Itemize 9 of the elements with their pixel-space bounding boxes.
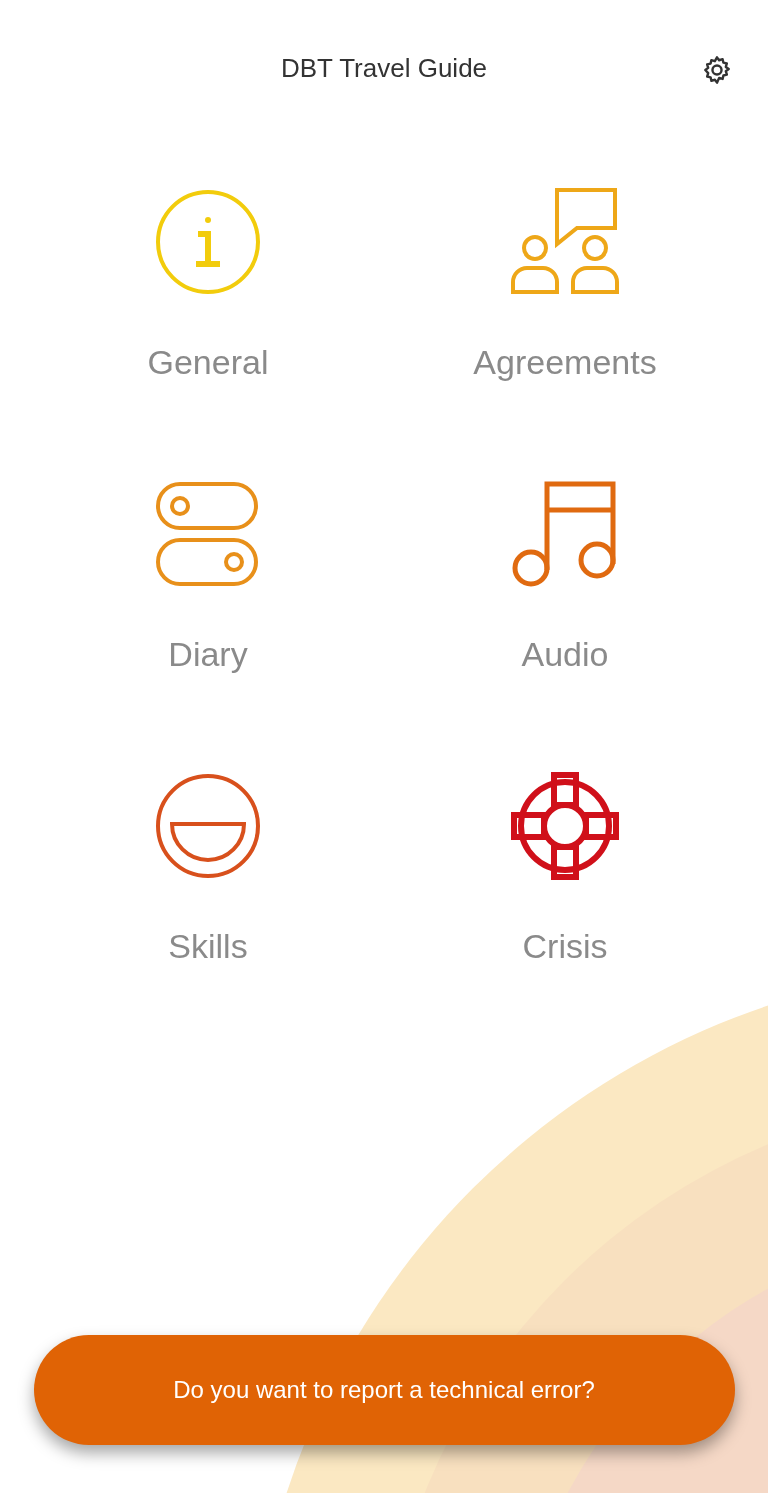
settings-icon[interactable] (701, 54, 733, 86)
report-error-button[interactable]: Do you want to report a technical error? (33, 1335, 735, 1445)
tile-label[interactable]: Skills (168, 924, 248, 968)
tile-label[interactable]: General (147, 340, 269, 384)
tile-label[interactable]: Crisis (522, 924, 608, 968)
tile-label[interactable]: Agreements (473, 340, 657, 384)
tile-label[interactable]: Diary (168, 632, 248, 676)
app-title: DBT Travel Guide (280, 51, 488, 85)
tile-label[interactable]: Audio (521, 632, 609, 676)
